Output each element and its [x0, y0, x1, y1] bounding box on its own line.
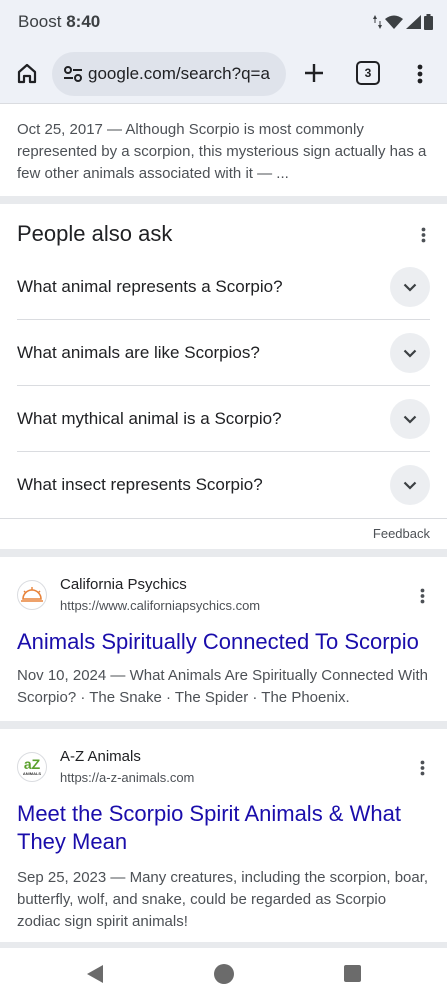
data-arrows-icon: [373, 15, 382, 29]
expand-button[interactable]: [390, 267, 430, 307]
home-button[interactable]: [12, 58, 42, 88]
browser-menu-button[interactable]: [408, 60, 432, 88]
cell-signal-icon: [406, 15, 421, 29]
section-divider: [0, 196, 447, 204]
paa-more-button[interactable]: [412, 224, 434, 246]
chevron-down-icon: [403, 415, 417, 424]
result-source[interactable]: aZ ANIMALS A-Z Animals https://a-z-anima…: [17, 748, 432, 792]
status-bar: Boost 8:40: [0, 0, 447, 44]
result-snippet: Oct 25, 2017 — Although Scorpio is most …: [17, 121, 427, 182]
feedback-row: Feedback: [0, 518, 447, 549]
expand-button[interactable]: [390, 399, 430, 439]
paa-question-text: What animals are like Scorpios?: [17, 343, 260, 362]
site-settings-icon[interactable]: [62, 63, 84, 85]
section-divider: [0, 721, 447, 729]
paa-question-text: What insect represents Scorpio?: [17, 475, 263, 494]
paa-question-text: What animal represents a Scorpio?: [17, 277, 283, 296]
result-title-link[interactable]: Animals Spiritually Connected To Scorpio: [17, 628, 432, 656]
expand-button[interactable]: [390, 465, 430, 505]
site-url: https://a-z-animals.com: [60, 770, 195, 785]
wifi-icon: [385, 15, 403, 29]
chevron-down-icon: [403, 481, 417, 490]
clock: 8:40: [66, 12, 101, 31]
expand-button[interactable]: [390, 333, 430, 373]
result-title-link[interactable]: Meet the Scorpio Spirit Animals & What T…: [17, 800, 432, 856]
chevron-down-icon: [403, 349, 417, 358]
paa-question[interactable]: What animals are like Scorpios?: [17, 320, 430, 386]
site-logo-icon: [17, 580, 47, 610]
site-name: A-Z Animals: [60, 748, 141, 765]
result-more-button[interactable]: [412, 584, 432, 608]
paa-question[interactable]: What mythical animal is a Scorpio?: [17, 386, 430, 452]
status-icons: [373, 12, 433, 32]
back-icon[interactable]: [86, 964, 104, 984]
tab-count: 3: [364, 66, 372, 80]
more-vert-icon: [421, 227, 425, 243]
status-carrier-time: Boost 8:40: [18, 12, 100, 32]
carrier-label: Boost: [18, 12, 62, 31]
battery-icon: [424, 14, 433, 30]
more-vert-icon: [417, 64, 423, 84]
more-vert-icon: [420, 588, 424, 604]
site-logo-icon: aZ ANIMALS: [17, 752, 47, 782]
paa-title: People also ask: [17, 221, 173, 246]
system-nav-bar: [0, 948, 447, 1000]
result-snippet: Nov 10, 2024 — What Animals Are Spiritua…: [17, 667, 429, 706]
site-url: https://www.californiapsychics.com: [60, 598, 261, 613]
paa-question-text: What mythical animal is a Scorpio?: [17, 409, 282, 428]
feedback-link[interactable]: Feedback: [373, 526, 430, 541]
address-bar[interactable]: google.com/search?q=a: [52, 52, 286, 96]
recents-icon[interactable]: [344, 965, 361, 982]
site-logo-mark: aZ: [23, 756, 41, 772]
result-more-button[interactable]: [412, 756, 432, 780]
result-snippet: Sep 25, 2023 — Many creatures, including…: [17, 869, 429, 930]
site-name: California Psychics: [60, 576, 187, 593]
site-logo-subtext: ANIMALS: [22, 771, 42, 776]
tab-switcher-button[interactable]: 3: [356, 61, 380, 85]
chevron-down-icon: [403, 283, 417, 292]
more-vert-icon: [420, 760, 424, 776]
result-source[interactable]: California Psychics https://www.californ…: [17, 576, 432, 620]
home-icon: [17, 63, 37, 84]
browser-toolbar: google.com/search?q=a 3: [0, 44, 447, 104]
paa-question[interactable]: What insect represents Scorpio?: [17, 452, 430, 518]
section-divider: [0, 549, 447, 557]
plus-icon: [305, 64, 323, 82]
new-tab-button[interactable]: [300, 59, 328, 87]
url-text[interactable]: google.com/search?q=a: [88, 64, 270, 84]
paa-question[interactable]: What animal represents a Scorpio?: [17, 254, 430, 320]
home-circle-icon[interactable]: [214, 964, 234, 984]
